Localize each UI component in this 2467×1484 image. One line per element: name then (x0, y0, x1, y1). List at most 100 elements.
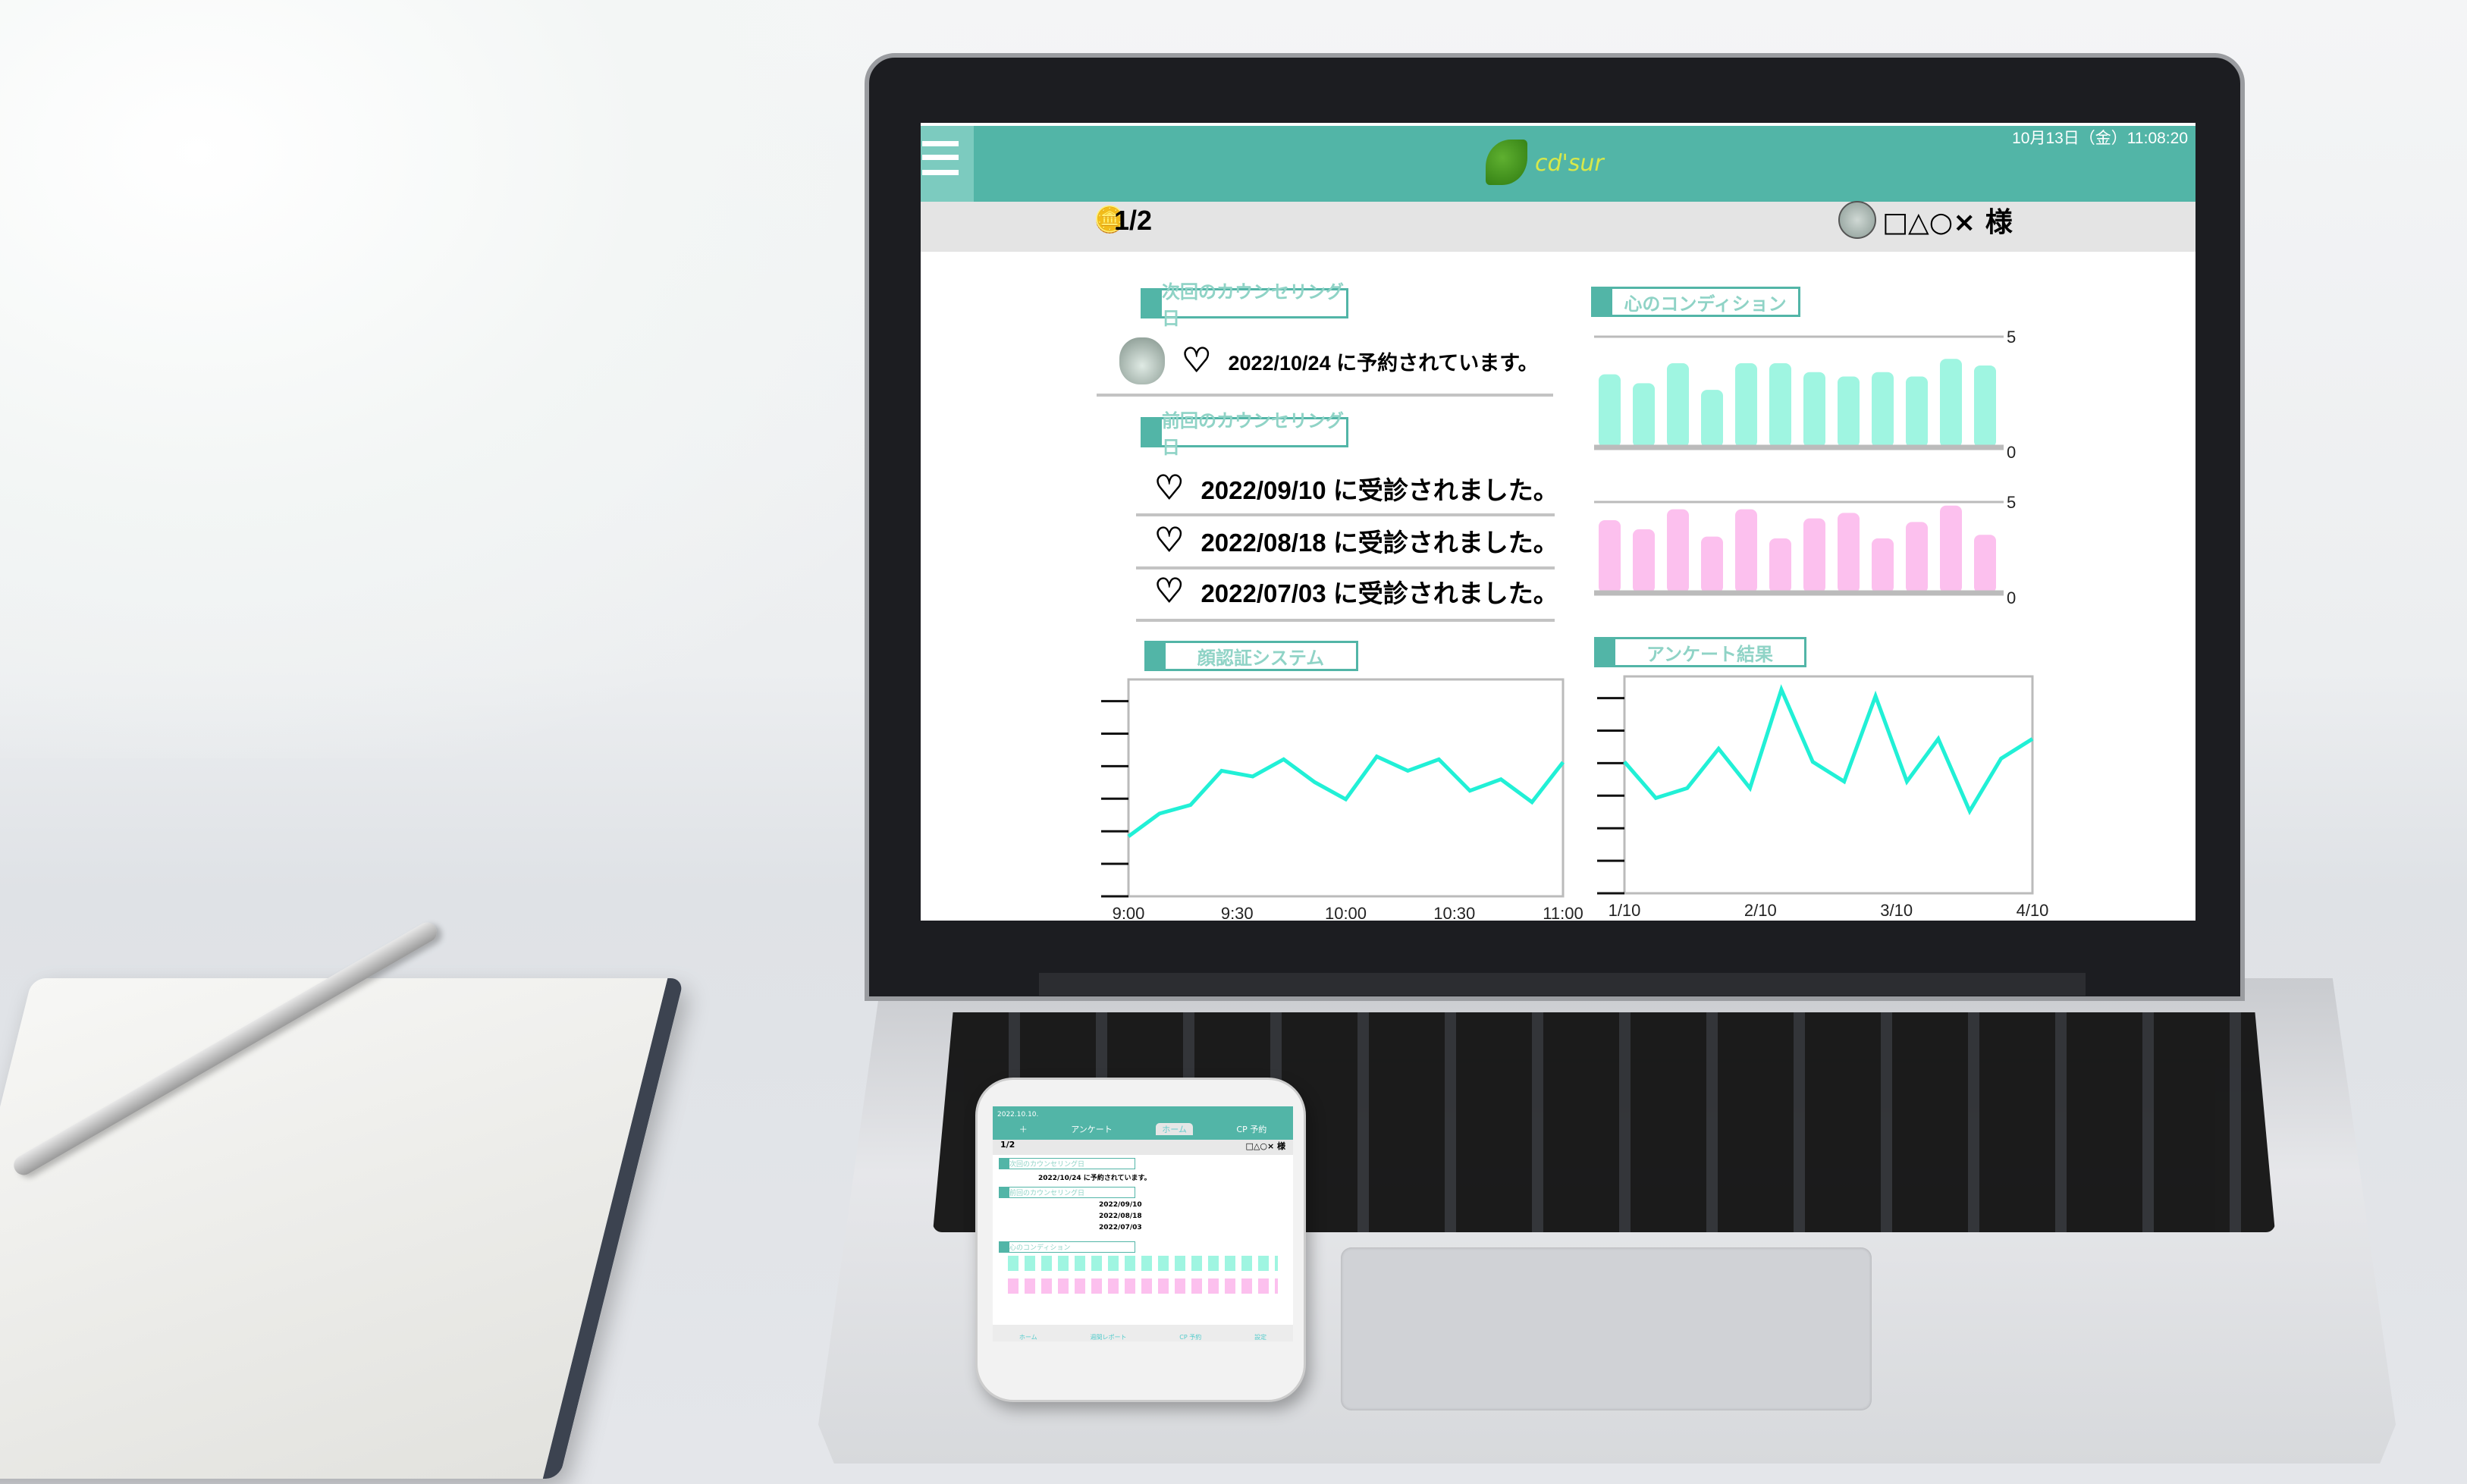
menu-button[interactable] (921, 126, 974, 202)
logo-text: cd'sur (1535, 150, 1604, 177)
phone-nav-cp-booking[interactable]: CP 予約 (1179, 1333, 1201, 1341)
x-tick-label: 4/10 (2017, 901, 2049, 920)
bar (1872, 538, 1894, 593)
x-tick-label: 2/10 (1744, 901, 1777, 920)
x-tick-label: 10:00 (1325, 904, 1367, 921)
hamburger-icon (922, 155, 959, 160)
plot-area (1623, 675, 2034, 895)
x-tick-label: 3/10 (1880, 901, 1913, 920)
heart-pulse-icon: ♡ (1154, 573, 1185, 610)
user-name: □△○× 様 (1882, 207, 2013, 238)
bar (1974, 365, 1996, 447)
previous-counseling-item[interactable]: ♡ 2022/08/18 に受診されました。 (1154, 522, 1558, 559)
phone-next-text: 2022/10/24 に予約されています。 (1038, 1175, 1151, 1182)
phone-next-title: 次回のカウンセリング日 (999, 1158, 1135, 1169)
bar (1838, 376, 1860, 447)
points-count: 1/2 (1114, 205, 1153, 236)
bar (1974, 535, 1996, 593)
avatar (1838, 201, 1876, 239)
bar (1633, 529, 1655, 593)
phone-date: 2022.10.10. (997, 1111, 1039, 1118)
divider (1136, 566, 1555, 569)
y-tick-label: 5 (2007, 328, 2016, 347)
phone-nav-weekly-report[interactable]: 週間レポート (1090, 1333, 1126, 1341)
bar (1769, 538, 1791, 593)
phone-prev-list: 2022/09/10 2022/08/18 2022/07/03 (1099, 1200, 1293, 1234)
x-tick-label: 11:00 (1543, 904, 1583, 921)
phone-count: 1/2 (1000, 1140, 1015, 1150)
condition-bar-chart-teal: 50 (1594, 328, 2016, 462)
phone-nav-settings[interactable]: 設定 (1254, 1333, 1266, 1341)
bar (1906, 522, 1928, 593)
y-tick-label: 0 (2007, 443, 2016, 462)
bar (1667, 509, 1689, 593)
bar (1803, 372, 1825, 447)
heart-pulse-icon: ♡ (1154, 469, 1185, 507)
next-counseling-text: 2022/10/24 に予約されています。 (1228, 351, 1539, 375)
smartphone: 2022.10.10. ＋ アンケート ホーム CP 予約 1/2 □△○× 様… (975, 1078, 1306, 1402)
phone-tab-cp-booking[interactable]: CP 予約 (1236, 1123, 1266, 1135)
leaf-icon (1486, 140, 1527, 185)
phone-prev-title: 前回のカウンセリング日 (999, 1187, 1135, 1198)
laptop-hinge (1039, 973, 2086, 996)
bar (1838, 513, 1860, 593)
x-tick-label: 9:00 (1113, 904, 1145, 921)
phone-subbar: 1/2 □△○× 様 (993, 1140, 1293, 1155)
app-logo[interactable]: cd'sur (1482, 133, 1634, 194)
y-tick-label: 0 (2007, 588, 2016, 607)
heart-pulse-icon: ♡ (1154, 522, 1185, 559)
phone-prev-item[interactable]: 2022/09/10 (1099, 1200, 1293, 1211)
survey-line-chart: 1/10 2/10 3/10 4/10 (1597, 675, 2048, 920)
phone-prev-item[interactable]: 2022/08/18 (1099, 1211, 1293, 1222)
bar (1940, 505, 1962, 593)
app-header: cd'sur 10月13日（金）11:08:20 (921, 126, 2196, 202)
phone-tab-survey[interactable]: アンケート (1071, 1123, 1113, 1135)
divider (1136, 619, 1555, 622)
bar (1735, 363, 1757, 447)
bar (1667, 363, 1689, 447)
phone-nav-home[interactable]: ホーム (1019, 1333, 1037, 1341)
bar (1906, 376, 1928, 447)
divider (1097, 394, 1553, 397)
phone-prev-item[interactable]: 2022/07/03 (1099, 1222, 1293, 1234)
face-system-title: 顔認証システム (1144, 641, 1358, 671)
y-tick-label: 5 (2007, 493, 2016, 512)
notebook (0, 978, 685, 1479)
next-counseling-row: ♡ 2022/10/24 に予約されています。 (1119, 337, 1539, 384)
status-bar-clock: 10月13日（金）11:08:20 (2012, 130, 2188, 147)
hamburger-icon (922, 170, 959, 175)
phone-header: 2022.10.10. ＋ アンケート ホーム CP 予約 (993, 1106, 1293, 1140)
phone-screen: 2022.10.10. ＋ アンケート ホーム CP 予約 1/2 □△○× 様… (993, 1106, 1293, 1341)
visit-date-text: 2022/09/10 に受診されました。 (1201, 476, 1558, 504)
plot-area (1127, 678, 1565, 898)
survey-title: アンケート結果 (1594, 637, 1806, 667)
bar (1735, 509, 1757, 593)
bar (1599, 374, 1621, 447)
previous-counseling-item[interactable]: ♡ 2022/07/03 に受診されました。 (1154, 573, 1558, 610)
background-window-light (0, 0, 986, 758)
phone-tab-add[interactable]: ＋ (1019, 1123, 1028, 1135)
next-counseling-title: 次回のカウンセリング日 (1141, 281, 1348, 329)
visit-date-text: 2022/08/18 に受診されました。 (1201, 529, 1558, 557)
bar (1599, 520, 1621, 593)
phone-user[interactable]: □△○× 様 (1246, 1140, 1286, 1155)
previous-counseling-title: 前回のカウンセリング日 (1141, 410, 1348, 458)
previous-counseling-item[interactable]: ♡ 2022/09/10 に受診されました。 (1154, 470, 1558, 507)
bar (1803, 518, 1825, 593)
bar (1701, 536, 1723, 593)
phone-condition-title: 心のコンディション (999, 1241, 1135, 1253)
condition-bar-chart-pink: 50 (1594, 493, 2016, 607)
condition-title: 心のコンディション (1591, 287, 1800, 317)
hamburger-icon (922, 141, 959, 146)
visit-date-text: 2022/07/03 に受診されました。 (1201, 579, 1558, 607)
bar (1633, 383, 1655, 447)
x-tick-label: 1/10 (1609, 901, 1641, 920)
user-info[interactable]: □△○× 様 (1838, 200, 2013, 240)
phone-condition-bars (1008, 1256, 1278, 1294)
bar (1701, 390, 1723, 447)
bar (1940, 359, 1962, 447)
phone-bottom-nav: ホーム 週間レポート CP 予約 設定 (993, 1325, 1293, 1341)
bar (1872, 372, 1894, 447)
x-tick-label: 9:30 (1221, 904, 1254, 921)
phone-tab-home[interactable]: ホーム (1156, 1123, 1193, 1135)
